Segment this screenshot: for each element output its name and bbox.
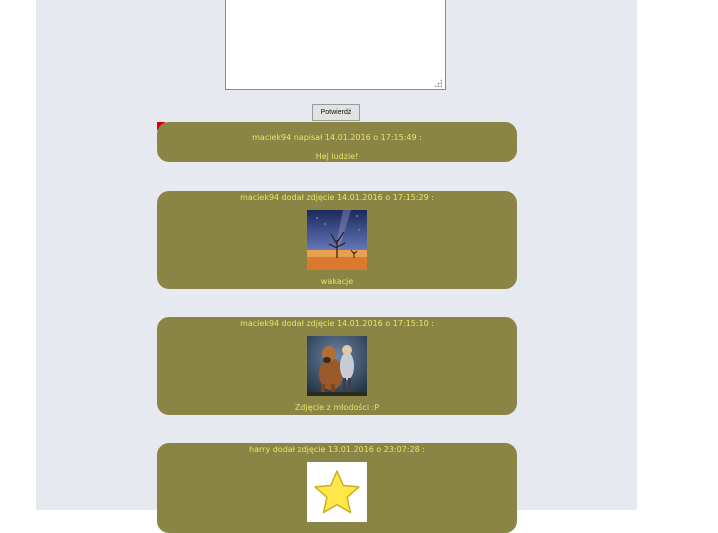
message-textarea[interactable]: [225, 0, 446, 90]
photo-thumbnail[interactable]: [307, 462, 367, 522]
photo-thumbnail[interactable]: [307, 210, 367, 270]
photo-caption: wakacje: [320, 277, 354, 286]
star-icon: [314, 470, 360, 514]
submit-button[interactable]: Potwierdź: [312, 104, 360, 121]
post-header: maciek94 dodał zdjęcie 14.01.2016 o 17:1…: [240, 193, 434, 202]
post-header: maciek94 napisał 14.01.2016 o 17:15:49 :: [252, 133, 422, 142]
resize-handle-icon[interactable]: [434, 79, 442, 87]
photo-caption: Zdjęcie z młodości :P: [294, 403, 380, 412]
post-item: maciek94 napisał 14.01.2016 o 17:15:49 :…: [157, 122, 517, 162]
post-header: harry dodał zdjęcie 13.01.2016 o 23:07:2…: [249, 445, 425, 454]
post-text: Hej ludzie!: [315, 152, 359, 161]
post-header: maciek94 dodał zdjęcie 14.01.2016 o 17:1…: [240, 319, 434, 328]
post-item: maciek94 dodał zdjęcie 14.01.2016 o 17:1…: [157, 317, 517, 415]
photo-thumbnail[interactable]: [307, 336, 367, 396]
post-item: harry dodał zdjęcie 13.01.2016 o 23:07:2…: [157, 443, 517, 533]
post-item: maciek94 dodał zdjęcie 14.01.2016 o 17:1…: [157, 191, 517, 289]
